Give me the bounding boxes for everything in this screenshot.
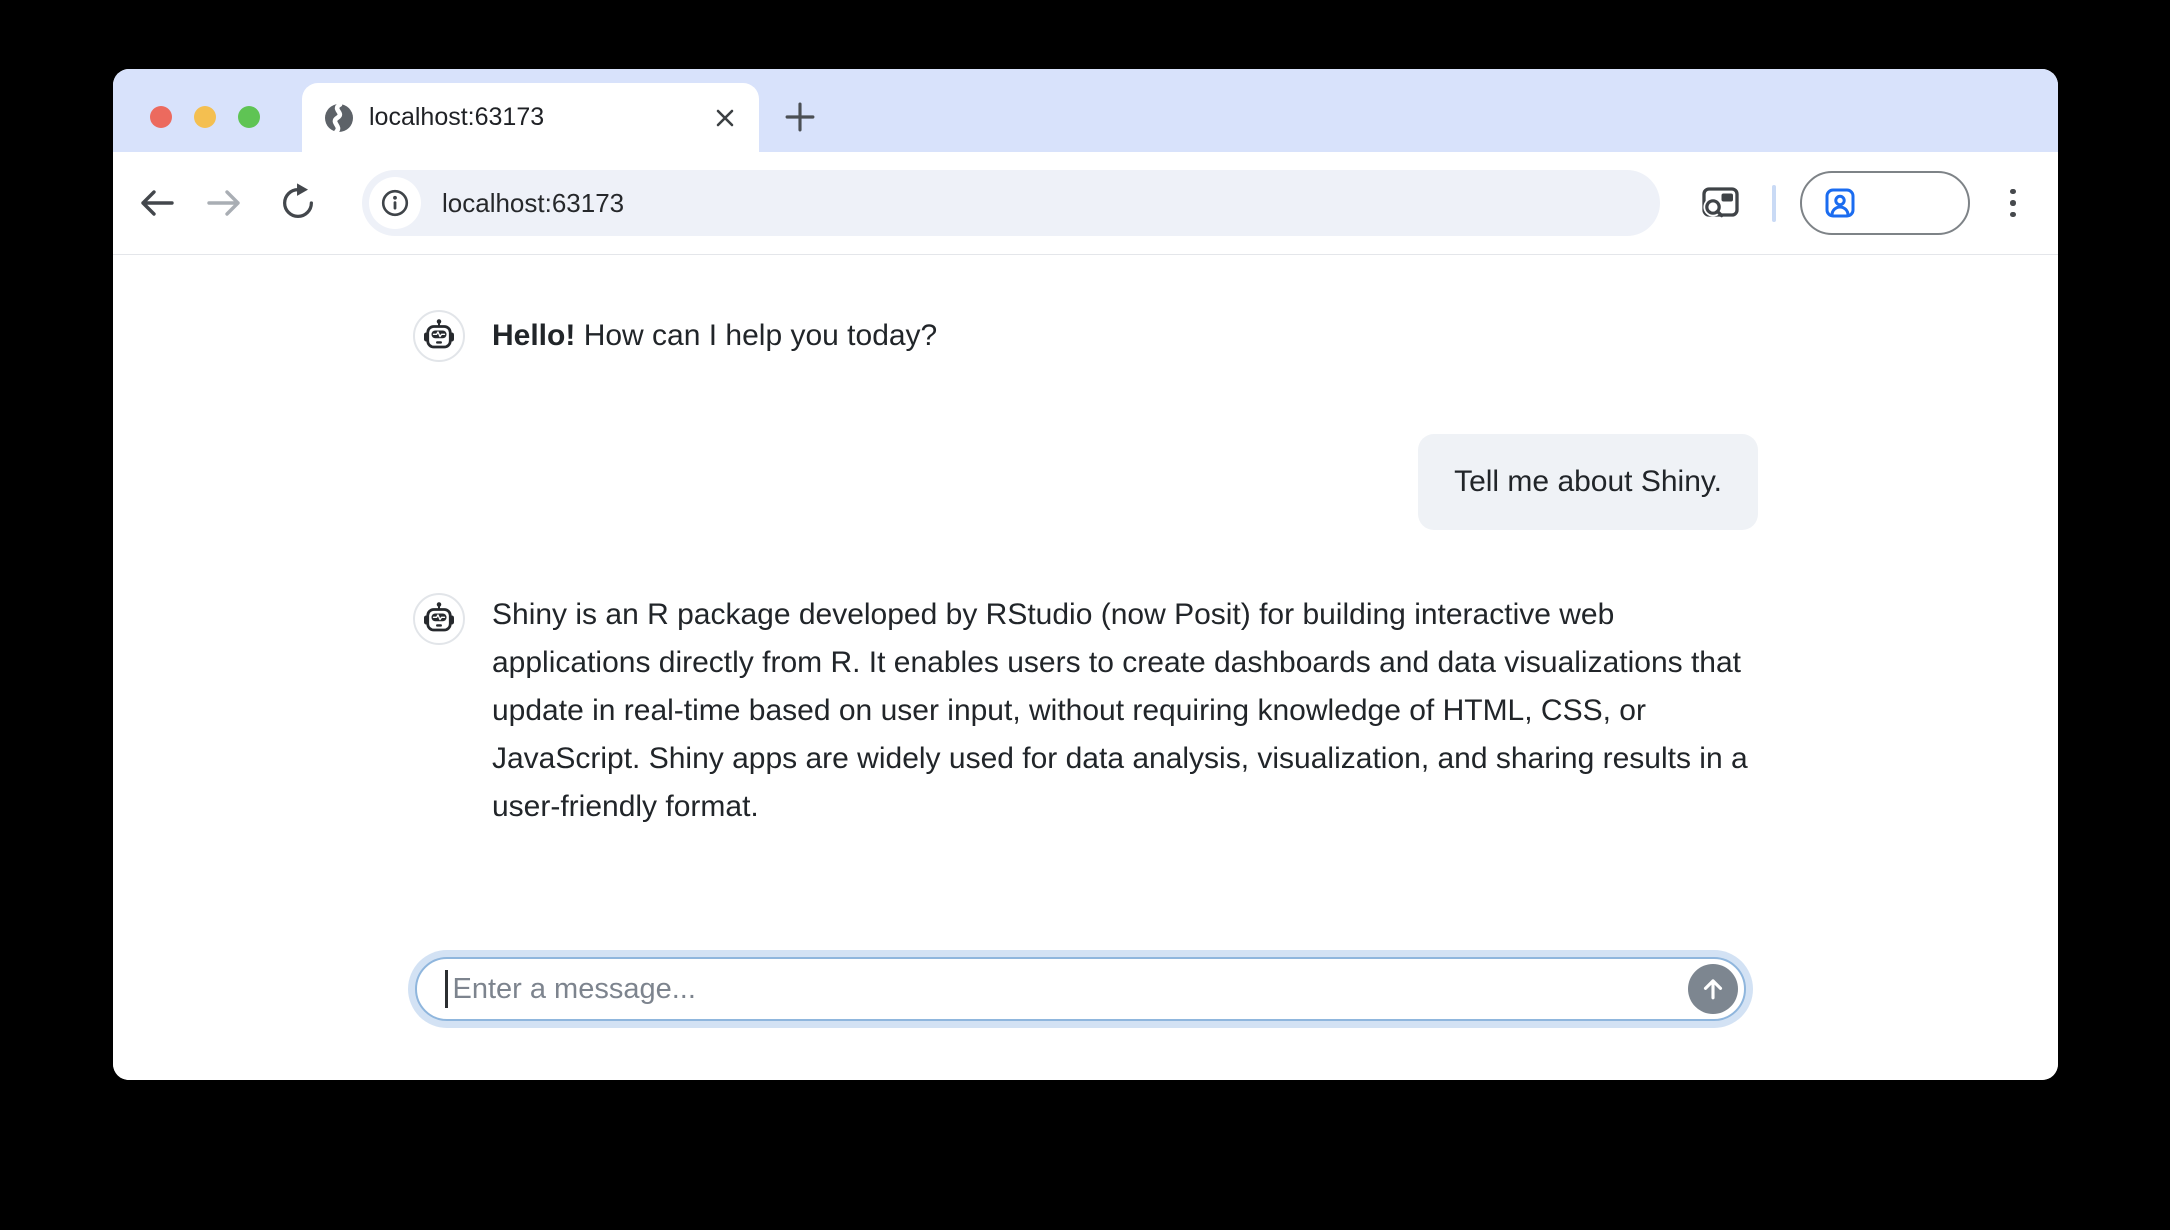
new-tab-button[interactable] <box>775 92 825 142</box>
assistant-message-answer: Shiny is an R package developed by RStud… <box>413 591 1758 831</box>
bot-avatar <box>413 593 465 645</box>
profile-button[interactable] <box>1800 171 1970 235</box>
back-button[interactable] <box>132 179 180 227</box>
arrow-left-icon <box>134 181 178 225</box>
tab-search-icon <box>1700 183 1744 223</box>
message-text: Shiny is an R package developed by RStud… <box>492 591 1758 831</box>
bot-avatar <box>413 310 465 362</box>
chat-container: Hello! How can I help you today? Tell me… <box>413 255 1758 1080</box>
arrow-up-icon <box>1698 974 1728 1004</box>
forward-button[interactable] <box>201 179 249 227</box>
maximize-window-button[interactable] <box>238 106 260 128</box>
info-icon <box>380 188 410 218</box>
close-window-button[interactable] <box>150 106 172 128</box>
reload-icon <box>277 182 319 224</box>
chat-input[interactable] <box>451 972 1689 1007</box>
arrow-right-icon <box>203 181 247 225</box>
browser-menu-button[interactable] <box>1989 179 2037 227</box>
profile-icon <box>1823 186 1857 220</box>
url-text: localhost:63173 <box>442 188 624 219</box>
minimize-window-button[interactable] <box>194 106 216 128</box>
plus-icon <box>777 94 823 140</box>
browser-window: localhost:63173 <box>113 69 2058 1080</box>
message-body: How can I help you today? <box>584 319 938 352</box>
message-text: Tell me about Shiny. <box>1454 465 1722 498</box>
send-button[interactable] <box>1688 964 1738 1014</box>
page-content: Hello! How can I help you today? Tell me… <box>113 255 2058 1080</box>
robot-icon <box>421 601 457 637</box>
reload-button[interactable] <box>274 179 322 227</box>
window-controls <box>150 106 260 128</box>
browser-tab[interactable]: localhost:63173 <box>302 83 759 152</box>
message-bold-lead: Hello! <box>492 319 575 352</box>
browser-toolbar: localhost:63173 <box>113 152 2058 255</box>
text-caret <box>445 970 448 1008</box>
kebab-menu-icon <box>2010 189 2016 218</box>
tab-title: localhost:63173 <box>369 103 709 132</box>
toolbar-divider <box>1772 185 1776 222</box>
address-bar[interactable]: localhost:63173 <box>362 170 1660 236</box>
tab-bar: localhost:63173 <box>113 69 2058 152</box>
message-text: Hello! How can I help you today? <box>492 312 937 360</box>
robot-icon <box>421 318 457 354</box>
tab-search-button[interactable] <box>1698 179 1746 227</box>
close-tab-icon[interactable] <box>709 102 741 134</box>
site-info-button[interactable] <box>369 177 421 229</box>
chat-input-container <box>415 957 1746 1021</box>
assistant-message-greeting: Hello! How can I help you today? <box>413 310 937 362</box>
user-message-bubble: Tell me about Shiny. <box>1418 434 1758 530</box>
globe-favicon-icon <box>324 103 354 133</box>
